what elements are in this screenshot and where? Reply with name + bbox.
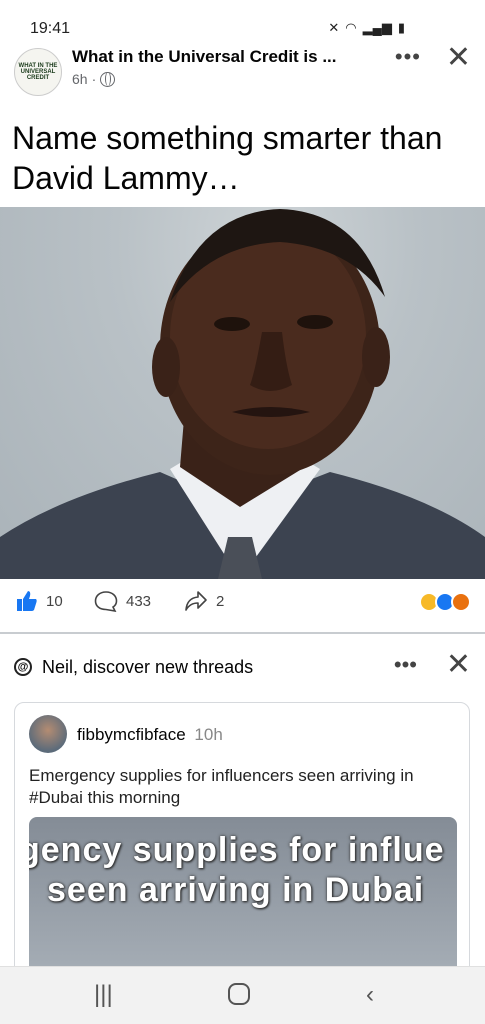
page-name[interactable]: What in the Universal Credit is ... (72, 47, 372, 67)
thread-user[interactable]: fibbymcfibface 10h (77, 725, 223, 745)
navigation-bar: ||| ‹ (0, 966, 485, 1024)
share-count: 2 (216, 592, 225, 610)
recents-icon[interactable]: ||| (94, 981, 113, 1009)
status-bar: 19:41 ✕ ◠ ▂▄▆ ▮ (0, 0, 485, 44)
mute-icon: ✕ (328, 20, 340, 35)
thread-username: fibbymcfibface (77, 725, 186, 744)
signal-icon: ▂▄▆ (362, 20, 392, 35)
post-image[interactable] (0, 207, 485, 579)
post-time: 6h (72, 71, 88, 87)
threads-close-icon[interactable]: ✕ (446, 647, 471, 682)
like-count: 10 (46, 592, 63, 610)
section-divider (0, 632, 485, 634)
angry-emoji-icon (451, 592, 471, 612)
portrait-photo (0, 209, 485, 579)
thread-text: Emergency supplies for influencers seen … (29, 766, 414, 807)
globe-icon (100, 71, 116, 87)
comment-count: 433 (126, 592, 152, 610)
back-icon[interactable]: ‹ (366, 981, 374, 1009)
threads-more-icon[interactable]: ••• (394, 652, 417, 678)
share-button[interactable]: 2 (184, 590, 224, 612)
thread-time: 10h (194, 725, 223, 744)
thread-image-text-line2: seen arriving in Dubai (47, 871, 425, 909)
thread-image[interactable]: gency supplies for influe seen arriving … (29, 817, 457, 987)
page-avatar[interactable]: WHAT IN THE UNIVERSAL CREDIT (14, 48, 62, 96)
status-time: 19:41 (30, 20, 71, 37)
post-meta: 6h · (72, 71, 116, 87)
comment-button[interactable]: 433 (94, 590, 151, 612)
share-icon (185, 591, 207, 611)
home-icon[interactable] (228, 983, 250, 1005)
thread-image-text-line1: gency supplies for influe (29, 831, 445, 869)
wifi-icon: ◠ (345, 20, 357, 35)
thread-card[interactable]: fibbymcfibface 10h Emergency supplies fo… (14, 702, 470, 992)
more-options-icon[interactable]: ••• (395, 44, 421, 70)
reactions-bar: 10 433 2 (0, 590, 485, 622)
page-logo: WHAT IN THE UNIVERSAL CREDIT (18, 63, 58, 81)
thumbs-up-icon (17, 591, 37, 611)
close-icon[interactable]: ✕ (446, 40, 471, 75)
comment-icon (94, 591, 118, 612)
reaction-summary[interactable] (419, 592, 471, 612)
post-text: Name something smarter than David Lammy… (12, 120, 443, 196)
threads-title: Neil, discover new threads (42, 657, 254, 677)
threads-icon: @ (14, 658, 32, 676)
battery-icon: ▮ (397, 20, 405, 35)
avatar[interactable] (29, 715, 67, 753)
like-button[interactable]: 10 (16, 590, 63, 612)
status-icons: ✕ ◠ ▂▄▆ ▮ (328, 20, 405, 36)
post-header: WHAT IN THE UNIVERSAL CREDIT What in the… (0, 41, 485, 100)
threads-header: @ Neil, discover new threads ••• ✕ (0, 647, 485, 686)
